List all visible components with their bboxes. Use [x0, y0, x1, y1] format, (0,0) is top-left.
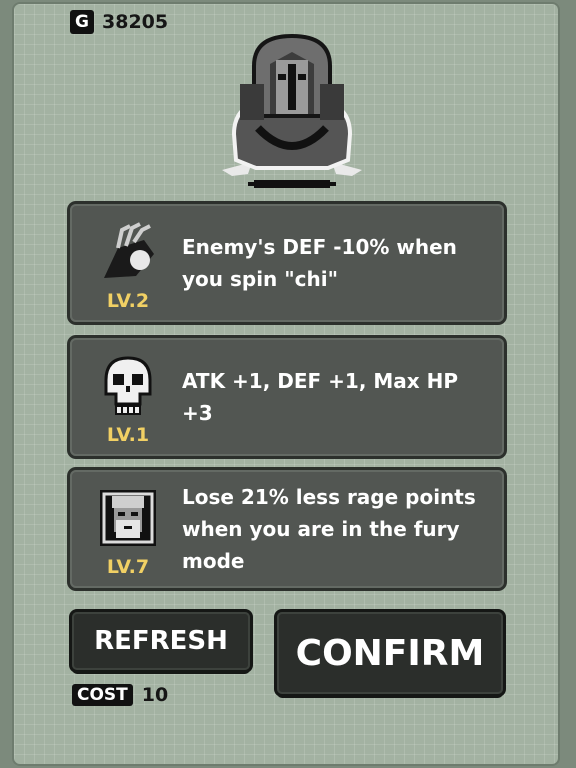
skill-card-1[interactable]: LV.2 Enemy's DEF -10% when you spin "chi… [70, 204, 504, 322]
cost-value: 10 [141, 684, 169, 706]
claw-hand-icon [104, 222, 154, 278]
confirm-button[interactable]: CONFIRM [277, 612, 503, 694]
skill-description: ATK +1, DEF +1, Max HP +3 [182, 369, 459, 425]
skull-icon [104, 356, 152, 415]
gold-coin-icon: G [70, 10, 94, 34]
skill-level: LV.7 [106, 556, 150, 578]
skill-card-2[interactable]: LV.1 ATK +1, DEF +1, Max HP +3 [70, 338, 504, 456]
refresh-cost: COST 10 [72, 684, 168, 706]
skill-card-3[interactable]: LV.7 Lose 21% less rage points when you … [70, 470, 504, 588]
refresh-button[interactable]: REFRESH [72, 612, 250, 670]
cost-label: COST [72, 684, 133, 706]
skill-description: Enemy's DEF -10% when you spin "chi" [182, 235, 457, 291]
skill-level: LV.1 [106, 424, 150, 446]
bearded-face-icon [100, 490, 156, 546]
gold-amount: 38205 [102, 11, 169, 33]
hooded-monk-character-icon [222, 33, 362, 188]
skill-description: Lose 21% less rage points when you are i… [182, 485, 476, 573]
gold-counter: G 38205 [70, 10, 168, 34]
skill-level: LV.2 [106, 290, 150, 312]
